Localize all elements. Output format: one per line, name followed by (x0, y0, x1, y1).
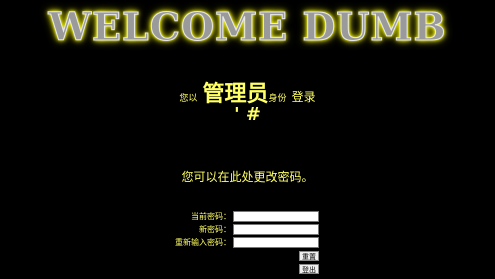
new-password-label: 新密码： (199, 225, 231, 234)
login-prefix: 您以 (179, 94, 198, 104)
confirm-password-row: 重新输入密码： (0, 237, 495, 249)
confirm-password-input[interactable] (233, 237, 319, 248)
login-action: 登录 (291, 90, 316, 104)
current-password-row: 当前密码： (0, 211, 495, 223)
logout-button[interactable]: 登出 (299, 264, 319, 274)
new-password-row: 新密码： (0, 224, 495, 236)
change-password-note: 您可以在此处更改密码。 (181, 170, 314, 184)
injected-marker: ' # (234, 104, 261, 125)
reset-button[interactable]: 重置 (299, 251, 319, 261)
confirm-password-label: 重新输入密码： (175, 238, 231, 247)
current-password-input[interactable] (233, 211, 319, 222)
current-password-label: 当前密码： (191, 212, 231, 221)
login-identity: 身份 (268, 94, 287, 104)
banner-title: WELCOME DUMB (48, 4, 447, 50)
welcome-banner: WELCOME DUMB (0, 4, 495, 50)
new-password-input[interactable] (233, 224, 319, 235)
